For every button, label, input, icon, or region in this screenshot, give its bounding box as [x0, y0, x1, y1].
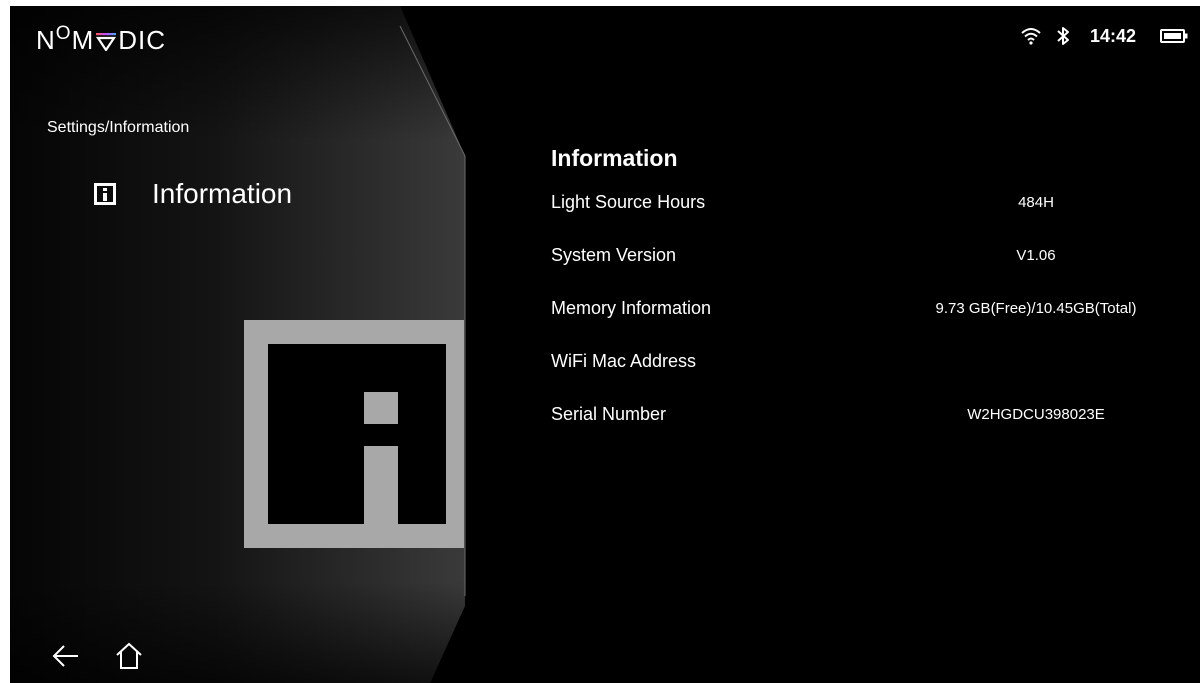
info-row-light-source-hours: Light Source Hours 484H — [551, 192, 1191, 245]
logo-letter-m: M — [71, 24, 95, 55]
side-menu-item-information[interactable]: Information — [94, 178, 292, 210]
logo-triangle-mark — [96, 33, 117, 51]
information-content: Information Light Source Hours 484H Syst… — [551, 140, 1191, 457]
info-label: Memory Information — [551, 298, 712, 318]
back-arrow-icon[interactable] — [50, 640, 80, 672]
info-label: Serial Number — [551, 404, 667, 424]
info-icon — [94, 183, 116, 205]
logo-letter-o: O — [55, 23, 72, 44]
info-row-system-version: System Version V1.06 — [551, 245, 1191, 298]
content-title: Information — [551, 145, 678, 171]
info-value: W2HGDCU398023E — [967, 406, 1105, 423]
large-info-icon-inner — [268, 344, 446, 524]
clock-time: 14:42 — [1089, 25, 1136, 46]
info-row-wifi-mac-address: WiFi Mac Address — [551, 351, 1191, 404]
info-row-memory-information: Memory Information 9.73 GB(Free)/10.45GB… — [551, 298, 1191, 351]
large-info-icon — [244, 320, 464, 548]
bluetooth-icon — [1057, 27, 1069, 45]
logo-letter-n: N — [36, 24, 56, 55]
info-row-serial-number: Serial Number W2HGDCU398023E — [551, 404, 1191, 457]
status-bar: 14:42 — [1020, 22, 1188, 50]
info-label: System Version — [551, 245, 677, 265]
info-value: 9.73 GB(Free)/10.45GB(Total) — [935, 300, 1137, 317]
side-menu-item-label: Information — [152, 178, 293, 209]
logo-letters-rest: DIC — [118, 24, 167, 55]
bottom-navigation — [50, 640, 144, 672]
info-value: V1.06 — [1016, 247, 1056, 264]
large-info-icon-dot — [364, 392, 398, 424]
info-label: Light Source Hours — [551, 192, 706, 212]
large-info-icon-stem — [364, 446, 398, 524]
info-label: WiFi Mac Address — [551, 351, 697, 371]
top-frame-border — [0, 0, 1200, 6]
left-frame-border — [0, 0, 10, 683]
battery-icon — [1160, 29, 1188, 43]
info-value: 484H — [1018, 194, 1054, 211]
home-icon[interactable] — [114, 640, 144, 672]
settings-information-screen: N O M DIC Settings/Information Informati… — [0, 0, 1200, 683]
wifi-icon — [1021, 28, 1041, 45]
breadcrumb: Settings/Information — [47, 119, 190, 136]
nomadic-logo: N O M DIC — [36, 23, 167, 56]
